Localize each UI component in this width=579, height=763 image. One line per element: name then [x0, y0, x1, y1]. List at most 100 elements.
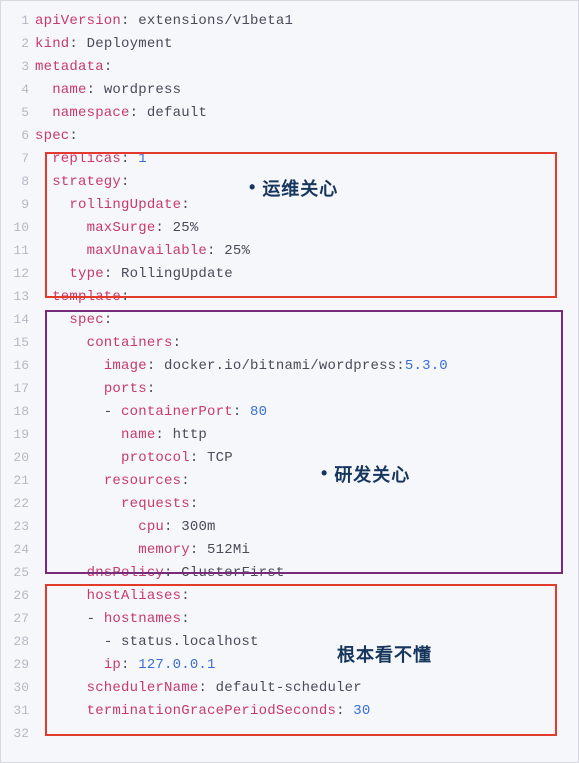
code-content: memory: 512Mi [35, 539, 578, 562]
code-content: namespace: default [35, 102, 578, 125]
code-line: 15 containers: [1, 331, 578, 354]
code-content: - status.localhost [35, 631, 578, 654]
line-number: 30 [1, 676, 35, 699]
annotation-ops-label: 运维关心 [262, 179, 338, 199]
code-line: 24 memory: 512Mi [1, 538, 578, 561]
line-number: 3 [1, 55, 35, 78]
code-line: 11 maxUnavailable: 25% [1, 239, 578, 262]
code-line: 14 spec: [1, 308, 578, 331]
line-number: 7 [1, 147, 35, 170]
code-content: spec: [35, 309, 578, 332]
line-number: 2 [1, 32, 35, 55]
code-content: apiVersion: extensions/v1beta1 [35, 10, 578, 33]
line-number: 28 [1, 630, 35, 653]
line-number: 11 [1, 239, 35, 262]
line-number: 1 [1, 9, 35, 32]
code-content: terminationGracePeriodSeconds: 30 [35, 700, 578, 723]
bullet-icon: • [249, 177, 256, 197]
code-content: replicas: 1 [35, 148, 578, 171]
bullet-icon: • [321, 463, 328, 483]
annotation-unknown-label: 根本看不懂 [337, 645, 432, 665]
code-line: 19 name: http [1, 423, 578, 446]
line-number: 17 [1, 377, 35, 400]
line-number: 31 [1, 699, 35, 722]
line-number: 32 [1, 722, 35, 745]
line-number: 6 [1, 124, 35, 147]
annotation-dev: • 研发关心 [321, 461, 410, 487]
code-content: kind: Deployment [35, 33, 578, 56]
code-content: dnsPolicy: ClusterFirst [35, 562, 578, 585]
code-content: containers: [35, 332, 578, 355]
line-number: 18 [1, 400, 35, 423]
code-content: type: RollingUpdate [35, 263, 578, 286]
code-line: 1apiVersion: extensions/v1beta1 [1, 9, 578, 32]
code-line: 26 hostAliases: [1, 584, 578, 607]
code-content: resources: [35, 470, 578, 493]
code-screenshot: 1apiVersion: extensions/v1beta12kind: De… [0, 0, 579, 763]
code-line: 4 name: wordpress [1, 78, 578, 101]
line-number: 12 [1, 262, 35, 285]
code-line: 20 protocol: TCP [1, 446, 578, 469]
line-number: 9 [1, 193, 35, 216]
code-content: schedulerName: default-scheduler [35, 677, 578, 700]
code-content: name: wordpress [35, 79, 578, 102]
line-number: 27 [1, 607, 35, 630]
code-line: 32 [1, 722, 578, 745]
code-line: 22 requests: [1, 492, 578, 515]
code-line: 31 terminationGracePeriodSeconds: 30 [1, 699, 578, 722]
code-content: - hostnames: [35, 608, 578, 631]
line-number: 23 [1, 515, 35, 538]
code-line: 5 namespace: default [1, 101, 578, 124]
line-number: 29 [1, 653, 35, 676]
code-content: - containerPort: 80 [35, 401, 578, 424]
line-number: 22 [1, 492, 35, 515]
code-line: 7 replicas: 1 [1, 147, 578, 170]
code-content: cpu: 300m [35, 516, 578, 539]
code-line: 28 - status.localhost [1, 630, 578, 653]
code-content: ports: [35, 378, 578, 401]
code-content: protocol: TCP [35, 447, 578, 470]
code-line: 18 - containerPort: 80 [1, 400, 578, 423]
line-number: 15 [1, 331, 35, 354]
code-content: image: docker.io/bitnami/wordpress:5.3.0 [35, 355, 578, 378]
code-line: 25 dnsPolicy: ClusterFirst [1, 561, 578, 584]
line-number: 21 [1, 469, 35, 492]
code-line: 3metadata: [1, 55, 578, 78]
code-line: 16 image: docker.io/bitnami/wordpress:5.… [1, 354, 578, 377]
line-number: 20 [1, 446, 35, 469]
annotation-dev-label: 研发关心 [334, 465, 410, 485]
code-line: 13 template: [1, 285, 578, 308]
code-line: 23 cpu: 300m [1, 515, 578, 538]
line-number: 24 [1, 538, 35, 561]
code-content: template: [35, 286, 578, 309]
code-line: 17 ports: [1, 377, 578, 400]
line-number: 14 [1, 308, 35, 331]
line-number: 10 [1, 216, 35, 239]
code-line: 2kind: Deployment [1, 32, 578, 55]
code-line: 27 - hostnames: [1, 607, 578, 630]
line-number: 4 [1, 78, 35, 101]
line-number: 19 [1, 423, 35, 446]
code-line: 29 ip: 127.0.0.1 [1, 653, 578, 676]
code-content: hostAliases: [35, 585, 578, 608]
line-number: 26 [1, 584, 35, 607]
code-line: 21 resources: [1, 469, 578, 492]
line-number: 16 [1, 354, 35, 377]
line-number: 13 [1, 285, 35, 308]
code-line: 6spec: [1, 124, 578, 147]
code-content: maxUnavailable: 25% [35, 240, 578, 263]
code-content: metadata: [35, 56, 578, 79]
code-line: 30 schedulerName: default-scheduler [1, 676, 578, 699]
annotation-ops: • 运维关心 [249, 175, 338, 201]
line-number: 8 [1, 170, 35, 193]
code-content: ip: 127.0.0.1 [35, 654, 578, 677]
annotation-unknown: 根本看不懂 [337, 641, 432, 667]
code-block: 1apiVersion: extensions/v1beta12kind: De… [1, 1, 578, 753]
code-line: 12 type: RollingUpdate [1, 262, 578, 285]
code-line: 10 maxSurge: 25% [1, 216, 578, 239]
code-content: spec: [35, 125, 578, 148]
code-content: name: http [35, 424, 578, 447]
code-content: requests: [35, 493, 578, 516]
code-content: maxSurge: 25% [35, 217, 578, 240]
line-number: 5 [1, 101, 35, 124]
